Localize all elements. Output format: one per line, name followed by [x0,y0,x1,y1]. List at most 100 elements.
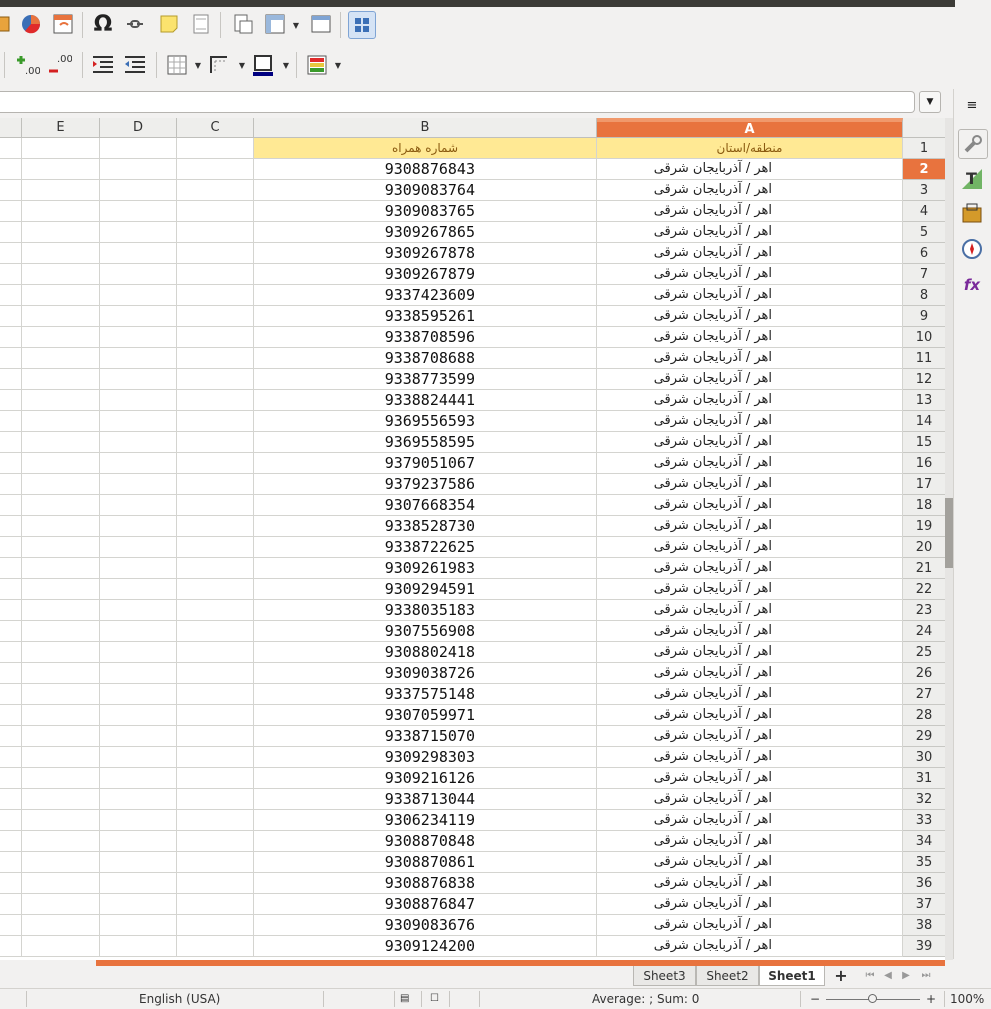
cell-empty[interactable] [22,747,100,768]
cell-phone-number[interactable]: 9309294591 [254,579,597,600]
cell-empty[interactable] [177,264,254,285]
cell-empty[interactable] [177,726,254,747]
cell-phone-number[interactable]: 9308870848 [254,831,597,852]
cell-phone-number[interactable]: شماره همراه [254,138,597,159]
cell-region[interactable]: اهر / آذربایجان شرقی [597,516,903,537]
cell-empty[interactable] [100,516,177,537]
freeze-dropdown-arrow[interactable]: ▼ [292,12,300,38]
row-header[interactable]: 17 [903,474,945,495]
row-header[interactable]: 1 [903,138,945,159]
cell-empty[interactable] [100,474,177,495]
cell-region[interactable]: اهر / آذربایجان شرقی [597,411,903,432]
cell-phone-number[interactable]: 9337575148 [254,684,597,705]
cell-phone-number[interactable]: 9369558595 [254,432,597,453]
cell-empty[interactable] [177,432,254,453]
row-header[interactable]: 36 [903,873,945,894]
cell-region[interactable]: اهر / آذربایجان شرقی [597,558,903,579]
cell-empty[interactable] [100,201,177,222]
cell-empty[interactable] [100,789,177,810]
row-header[interactable]: 28 [903,705,945,726]
row-header[interactable]: 8 [903,285,945,306]
cell-empty[interactable] [100,348,177,369]
cell-empty[interactable] [177,369,254,390]
zoom-level[interactable]: 100% [950,991,984,1007]
tab-sheet2[interactable]: Sheet2 [696,966,759,986]
cell-empty[interactable] [0,411,22,432]
cell-empty[interactable] [100,663,177,684]
column-header-e[interactable]: E [22,118,100,138]
chart-icon[interactable] [18,11,44,37]
cell-phone-number[interactable]: 9379237586 [254,474,597,495]
cell-region[interactable]: اهر / آذربایجان شرقی [597,726,903,747]
conditional-icon[interactable] [304,52,330,78]
cell-empty[interactable] [22,852,100,873]
cell-region[interactable]: اهر / آذربایجان شرقی [597,705,903,726]
cell-empty[interactable] [0,432,22,453]
cell-empty[interactable] [177,516,254,537]
cell-empty[interactable] [22,285,100,306]
cell-empty[interactable] [100,285,177,306]
row-header[interactable]: 35 [903,852,945,873]
cell-region[interactable]: اهر / آذربایجان شرقی [597,684,903,705]
tab-sheet1[interactable]: Sheet1 [759,966,825,986]
cell-empty[interactable] [100,894,177,915]
cell-empty[interactable] [100,600,177,621]
cell-empty[interactable] [0,768,22,789]
row-header[interactable]: 11 [903,348,945,369]
cell-empty[interactable] [22,180,100,201]
cell-empty[interactable] [177,915,254,936]
cell-phone-number[interactable]: 9309038726 [254,663,597,684]
cell-empty[interactable] [0,285,22,306]
comment-icon[interactable] [156,11,182,37]
cell-empty[interactable] [177,936,254,957]
styles-icon[interactable]: T [958,165,986,193]
cell-empty[interactable] [100,915,177,936]
cell-empty[interactable] [177,852,254,873]
row-header[interactable]: 21 [903,558,945,579]
cell-empty[interactable] [0,810,22,831]
cell-empty[interactable] [100,222,177,243]
show-draw-functions-icon[interactable] [348,11,376,39]
header-footer-icon[interactable] [188,11,214,37]
cell-empty[interactable] [177,306,254,327]
cell-empty[interactable] [100,411,177,432]
selection-summary[interactable]: Average: ; Sum: 0 [592,991,699,1007]
border-style-dropdown-arrow[interactable]: ▼ [238,52,246,78]
cell-empty[interactable] [100,138,177,159]
cell-phone-number[interactable]: 9309298303 [254,747,597,768]
cell-empty[interactable] [177,495,254,516]
cell-phone-number[interactable]: 9309124200 [254,936,597,957]
cell-empty[interactable] [177,894,254,915]
cell-empty[interactable] [0,705,22,726]
spreadsheet-grid[interactable]: E D C B A شماره همراه منطقه/استان 1 9308876… [0,118,945,960]
cell-empty[interactable] [0,894,22,915]
row-header[interactable]: 7 [903,264,945,285]
cell-empty[interactable] [0,558,22,579]
cell-region[interactable]: اهر / آذربایجان شرقی [597,474,903,495]
cell-empty[interactable] [100,579,177,600]
cell-empty[interactable] [22,810,100,831]
cell-empty[interactable] [0,831,22,852]
cell-empty[interactable] [177,348,254,369]
cell-empty[interactable] [0,726,22,747]
border-color-dropdown-arrow[interactable]: ▼ [282,52,290,78]
cell-empty[interactable] [22,831,100,852]
cell-empty[interactable] [22,579,100,600]
delete-decimal-icon[interactable]: .00 [46,52,72,78]
cell-region[interactable]: اهر / آذربایجان شرقی [597,600,903,621]
cell-phone-number[interactable]: 9308802418 [254,642,597,663]
cell-empty[interactable] [177,621,254,642]
cell-empty[interactable] [100,726,177,747]
cell-region[interactable]: اهر / آذربایجان شرقی [597,621,903,642]
cell-empty[interactable] [22,348,100,369]
cell-empty[interactable] [22,915,100,936]
cell-empty[interactable] [177,159,254,180]
sidebar-menu-icon[interactable]: ≡ [958,91,986,119]
cell-empty[interactable] [0,495,22,516]
cell-empty[interactable] [100,159,177,180]
cell-region[interactable]: اهر / آذربایجان شرقی [597,831,903,852]
cell-empty[interactable] [0,264,22,285]
cell-empty[interactable] [100,369,177,390]
cell-empty[interactable] [22,600,100,621]
cell-empty[interactable] [22,873,100,894]
